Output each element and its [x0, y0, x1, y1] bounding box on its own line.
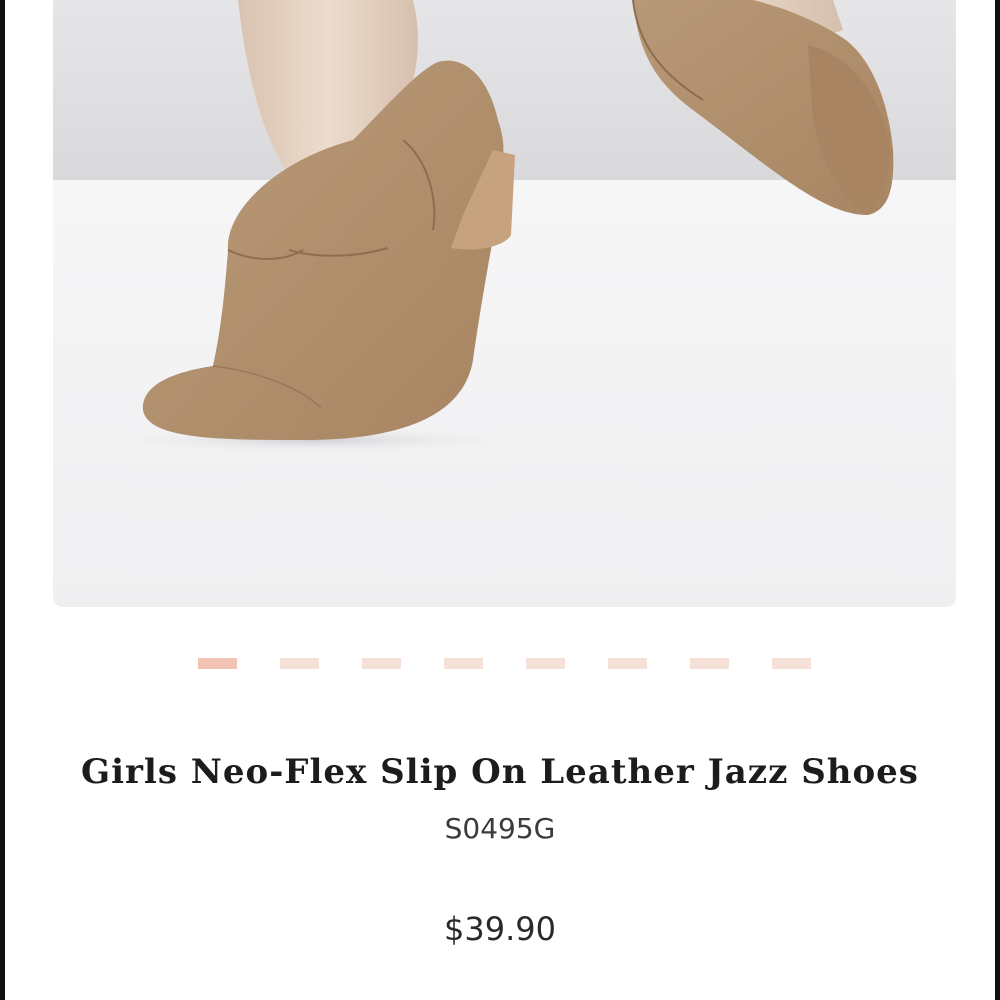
- carousel-dot-3[interactable]: [362, 658, 401, 669]
- carousel-dot-6[interactable]: [608, 658, 647, 669]
- product-image[interactable]: [53, 0, 956, 607]
- carousel-dot-8[interactable]: [772, 658, 811, 669]
- frame-edge-left: [0, 0, 5, 1000]
- carousel-dot-7[interactable]: [690, 658, 729, 669]
- carousel-dot-1[interactable]: [198, 658, 237, 669]
- product-price: $39.90: [444, 910, 556, 948]
- carousel-dot-4[interactable]: [444, 658, 483, 669]
- carousel-dot-2[interactable]: [280, 658, 319, 669]
- product-title: Girls Neo-Flex Slip On Leather Jazz Shoe…: [81, 752, 919, 792]
- image-carousel-indicators: [0, 658, 1000, 670]
- jazz-shoe-photo: [53, 0, 956, 607]
- product-sku: S0495G: [444, 812, 556, 845]
- frame-edge-right: [995, 0, 1000, 1000]
- carousel-dot-5[interactable]: [526, 658, 565, 669]
